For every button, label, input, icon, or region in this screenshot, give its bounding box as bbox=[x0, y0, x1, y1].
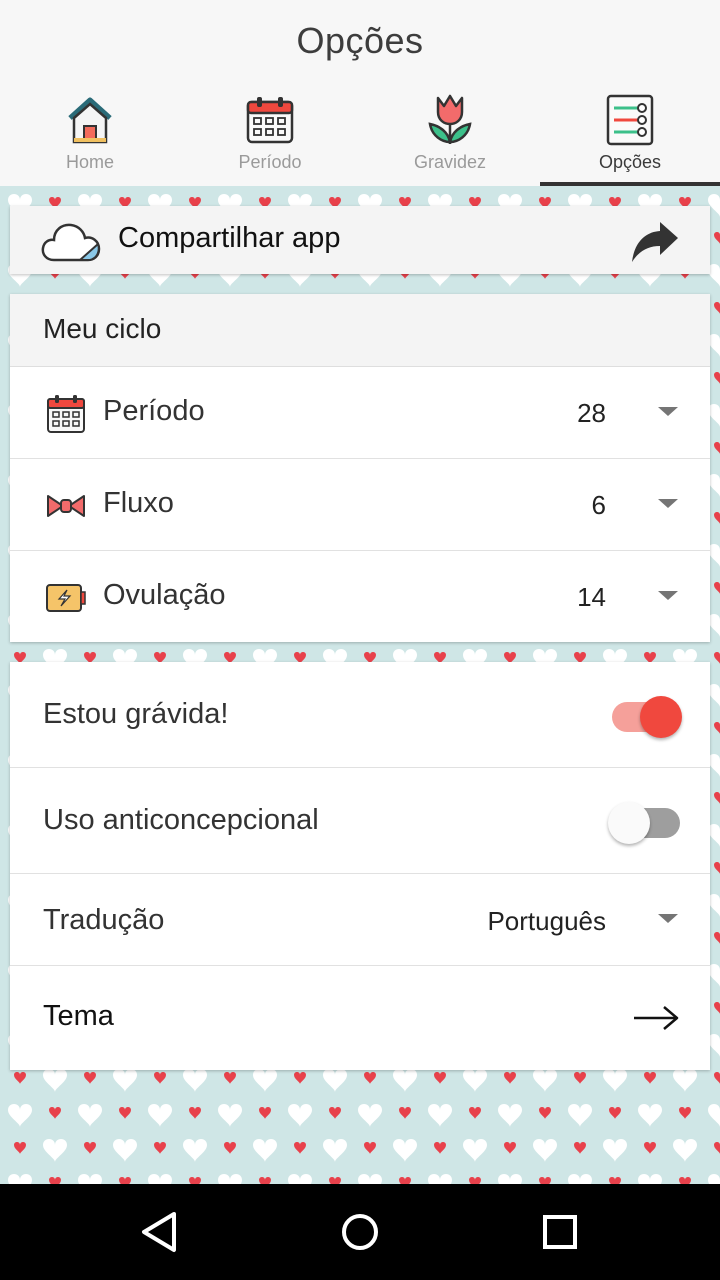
tulip-icon bbox=[428, 94, 472, 144]
chevron-down-icon bbox=[658, 914, 678, 923]
contraceptive-toggle[interactable] bbox=[608, 796, 682, 846]
fluxo-value: 6 bbox=[591, 490, 606, 520]
cycle-row-periodo[interactable]: Período 28 bbox=[10, 367, 710, 459]
my-cycle-header: Meu ciclo bbox=[10, 294, 710, 367]
system-navigation-bar bbox=[0, 1184, 720, 1280]
pregnant-toggle[interactable] bbox=[608, 690, 682, 740]
tab-gravidez-label: Gravidez bbox=[413, 152, 487, 172]
bow-icon bbox=[47, 495, 85, 517]
home-circle-icon[interactable] bbox=[336, 1208, 384, 1256]
tab-gravidez[interactable]: Gravidez bbox=[360, 86, 540, 186]
periodo-value: 28 bbox=[577, 398, 606, 428]
tab-opcoes-label: Opções bbox=[598, 152, 662, 172]
settings-list-icon bbox=[606, 94, 654, 146]
calendar-icon bbox=[47, 395, 85, 433]
page-title: Opções bbox=[296, 20, 424, 61]
ovulacao-value: 14 bbox=[577, 582, 606, 612]
house-icon bbox=[68, 97, 112, 144]
fluxo-label: Fluxo bbox=[103, 487, 174, 519]
battery-icon bbox=[46, 584, 86, 612]
cycle-row-ovulacao[interactable]: Ovulação 14 bbox=[10, 551, 710, 643]
my-cycle-title: Meu ciclo bbox=[43, 313, 162, 344]
back-triangle-icon[interactable] bbox=[136, 1208, 184, 1256]
arrow-right-icon bbox=[634, 1006, 679, 1030]
toggle-thumb bbox=[608, 802, 650, 844]
translation-row[interactable]: Tradução Português bbox=[10, 874, 710, 966]
calendar-icon bbox=[246, 97, 294, 144]
app-header: Opções Home Período Gravidez Opções bbox=[0, 0, 720, 186]
tab-periodo-label: Período bbox=[238, 152, 302, 172]
share-app-button[interactable]: Compartilhar app bbox=[10, 206, 710, 274]
contraceptive-label: Uso anticoncepcional bbox=[43, 804, 319, 836]
tab-home[interactable]: Home bbox=[0, 86, 180, 186]
language-value: Português bbox=[487, 906, 606, 936]
contraceptive-row: Uso anticoncepcional bbox=[10, 768, 710, 874]
my-cycle-card: Meu ciclo Período 28 Fluxo 6 Ovulação 14 bbox=[10, 294, 710, 642]
cloud-icon bbox=[41, 223, 101, 262]
recents-square-icon[interactable] bbox=[536, 1208, 584, 1256]
pregnant-label: Estou grávida! bbox=[43, 698, 229, 730]
tab-bar: Home Período Gravidez Opções bbox=[0, 86, 720, 186]
chevron-down-icon bbox=[658, 499, 678, 508]
periodo-label: Período bbox=[103, 395, 205, 427]
theme-row[interactable]: Tema bbox=[10, 966, 710, 1070]
share-arrow-icon bbox=[632, 222, 678, 262]
ovulacao-label: Ovulação bbox=[103, 579, 226, 611]
theme-label: Tema bbox=[43, 1000, 114, 1032]
cycle-row-fluxo[interactable]: Fluxo 6 bbox=[10, 459, 710, 551]
toggle-thumb bbox=[640, 696, 682, 738]
tab-periodo[interactable]: Período bbox=[180, 86, 360, 186]
tab-opcoes[interactable]: Opções bbox=[540, 86, 720, 186]
chevron-down-icon bbox=[658, 407, 678, 416]
chevron-down-icon bbox=[658, 591, 678, 600]
settings-card: Estou grávida! Uso anticoncepcional Trad… bbox=[10, 662, 710, 1070]
pregnant-row: Estou grávida! bbox=[10, 662, 710, 768]
share-app-label: Compartilhar app bbox=[118, 222, 341, 254]
tab-home-label: Home bbox=[65, 152, 114, 172]
active-tab-indicator bbox=[540, 182, 720, 186]
translation-label: Tradução bbox=[43, 904, 165, 936]
